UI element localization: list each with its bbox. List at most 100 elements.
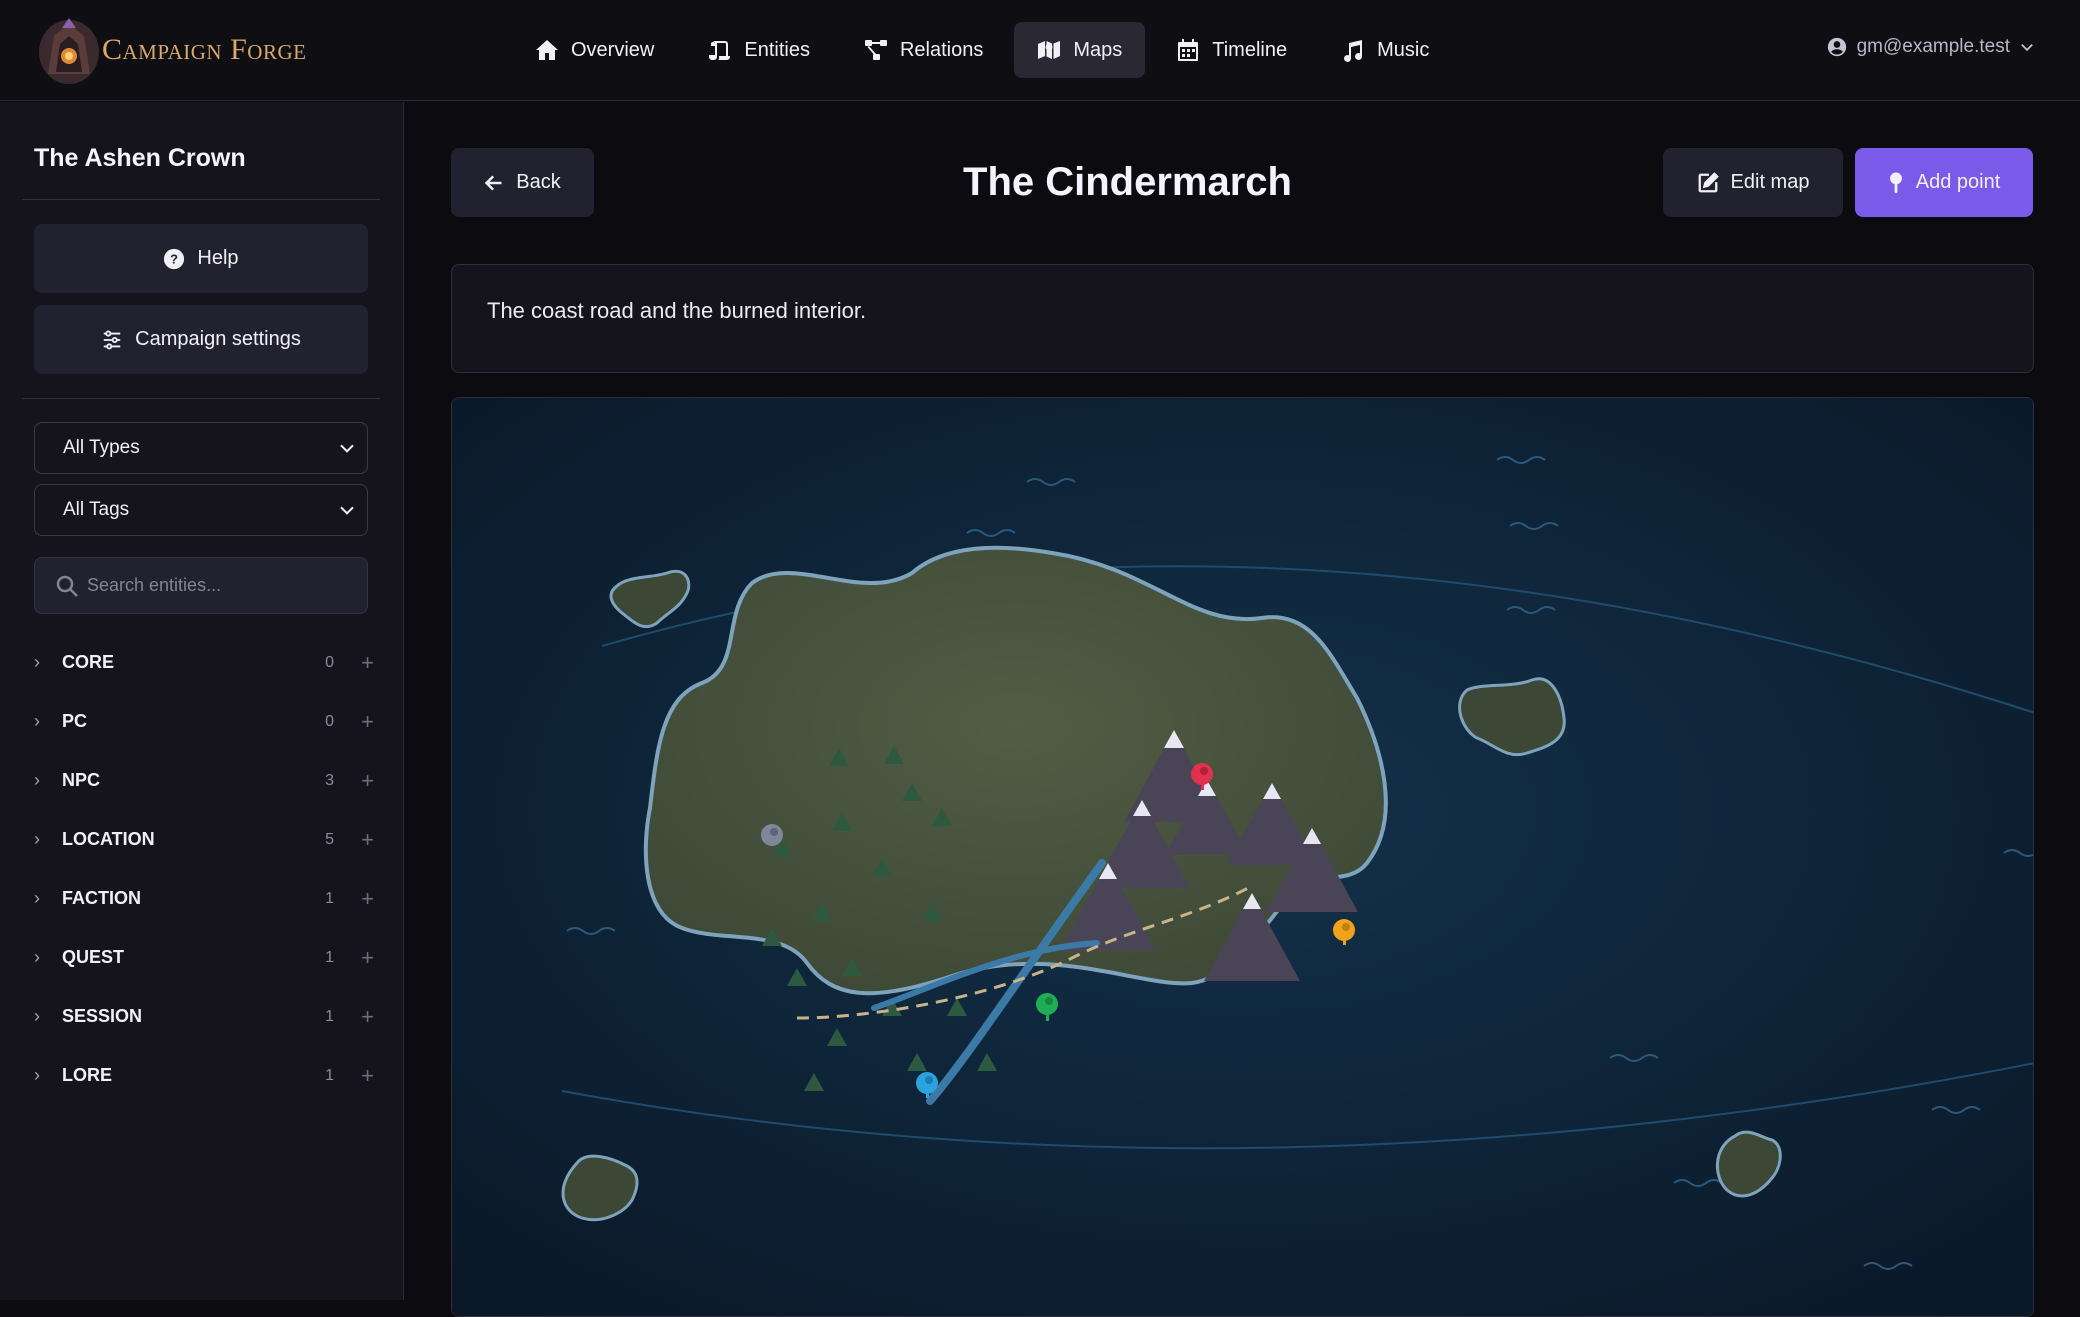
nav-music-label: Music [1377,38,1430,61]
campaign-settings-button[interactable]: Campaign settings [34,305,368,374]
category-count: 5 [325,830,334,848]
category-npc[interactable]: › NPC 3 + [34,751,374,810]
add-entity-icon[interactable]: + [361,886,374,912]
calendar-icon [1178,39,1199,61]
chevron-right-icon: › [34,652,40,672]
chevron-right-icon: › [34,888,40,908]
map-pin-gray[interactable] [761,824,783,846]
nav-music[interactable]: Music [1318,22,1452,78]
sidebar-divider [22,199,380,200]
network-icon [864,40,887,60]
nav-relations-label: Relations [899,38,984,61]
category-faction[interactable]: › FACTION 1 + [34,869,374,928]
category-label: SESSION [62,1006,143,1026]
add-entity-icon[interactable]: + [361,768,374,794]
category-label: FACTION [62,888,141,908]
map-description: The coast road and the burned interior. [451,264,2034,373]
chevron-right-icon: › [34,947,40,967]
user-menu[interactable]: gm@example.test [1827,36,2034,58]
help-button[interactable]: ? Help [34,224,368,293]
chevron-right-icon: › [34,711,40,731]
back-button-label: Back [516,171,561,193]
edit-icon [1698,171,1719,192]
app-logo-text: Campaign Forge [102,33,307,66]
nav-maps-label: Maps [1073,38,1123,61]
music-icon [1344,40,1363,62]
category-count: 0 [325,712,334,730]
chevron-right-icon: › [34,829,40,849]
chevron-right-icon: › [34,1065,40,1085]
tag-filter-select[interactable]: All Tags [34,484,368,536]
home-icon [536,40,558,60]
main-nav: Overview Entities Relations Maps Timelin… [512,22,1452,78]
nav-maps[interactable]: Maps [1014,22,1146,78]
chevron-down-icon [2021,44,2033,52]
add-entity-icon[interactable]: + [361,650,374,676]
category-label: LOCATION [62,829,155,849]
arrow-left-icon [484,174,502,191]
nav-overview-label: Overview [571,38,655,61]
user-circle-icon [1827,37,1846,57]
category-location[interactable]: › LOCATION 5 + [34,810,374,869]
sliders-icon [103,330,121,349]
category-count: 1 [325,1007,334,1025]
add-entity-icon[interactable]: + [361,1063,374,1089]
nav-entities[interactable]: Entities [685,22,833,78]
category-label: PC [62,711,88,731]
category-label: QUEST [62,947,125,967]
add-entity-icon[interactable]: + [361,827,374,853]
question-circle-icon: ? [164,248,185,269]
category-label: NPC [62,770,101,790]
nav-entities-label: Entities [744,38,810,61]
map-canvas[interactable] [451,397,2034,1317]
search-placeholder: Search entities... [87,575,222,595]
chevron-down-icon [340,444,354,453]
category-label: CORE [62,652,115,672]
category-session[interactable]: › SESSION 1 + [34,987,374,1046]
user-email: gm@example.test [1856,36,2010,57]
campaign-forge-emblem [34,14,104,86]
chevron-right-icon: › [34,770,40,790]
type-filter-select[interactable]: All Types [34,422,368,474]
back-button[interactable]: Back [451,148,594,217]
entity-search[interactable]: Search entities... [34,557,368,614]
add-point-button[interactable]: Add point [1855,148,2033,217]
map-pin-icon [1889,171,1902,193]
tag-filter-value: All Tags [63,499,130,520]
sidebar: The Ashen Crown ? Help Campaign settings… [0,102,404,1300]
nav-timeline[interactable]: Timeline [1153,22,1310,78]
category-label: LORE [62,1065,113,1085]
campaign-settings-label: Campaign settings [135,328,301,350]
category-core[interactable]: › CORE 0 + [34,633,374,692]
sidebar-divider [22,398,380,399]
chevron-right-icon: › [34,1006,40,1026]
edit-map-label: Edit map [1730,171,1810,193]
help-button-label: Help [197,247,239,269]
map-icon [1038,41,1061,59]
type-filter-value: All Types [63,437,140,458]
category-lore[interactable]: › LORE 1 + [34,1046,374,1105]
app-logo[interactable]: Campaign Forge [34,14,306,86]
search-icon [56,575,78,597]
map-description-text: The coast road and the burned interior. [487,298,867,323]
add-entity-icon[interactable]: + [361,709,374,735]
category-count: 1 [325,889,334,907]
campaign-title: The Ashen Crown [34,144,246,172]
category-count: 1 [325,948,334,966]
svg-text:?: ? [171,251,179,266]
category-quest[interactable]: › QUEST 1 + [34,928,374,987]
nav-relations[interactable]: Relations [841,22,1006,78]
nav-overview[interactable]: Overview [512,22,677,78]
category-count: 0 [325,653,334,671]
top-navigation-bar: Campaign Forge Overview Entities Relatio… [0,0,2080,101]
edit-map-button[interactable]: Edit map [1663,148,1843,217]
nav-timeline-label: Timeline [1212,38,1288,61]
category-count: 1 [325,1066,334,1084]
chevron-down-icon [340,506,354,515]
category-count: 3 [325,771,334,789]
category-pc[interactable]: › PC 0 + [34,692,374,751]
scroll-icon [709,41,731,60]
add-point-label: Add point [1915,171,2001,193]
add-entity-icon[interactable]: + [361,945,374,971]
add-entity-icon[interactable]: + [361,1004,374,1030]
